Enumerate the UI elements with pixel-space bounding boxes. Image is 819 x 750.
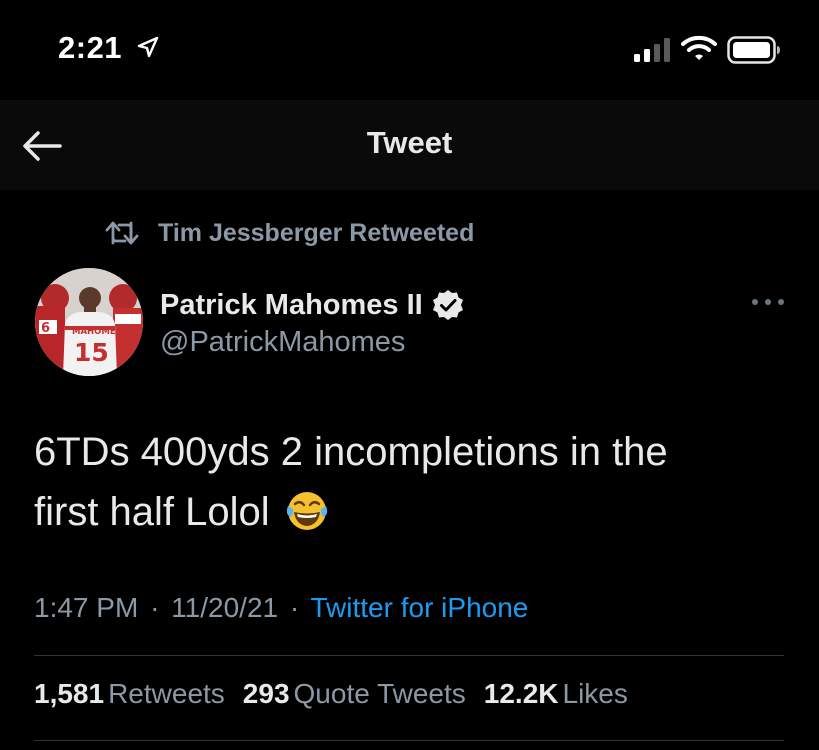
quote-tweets-count: 293 (242, 678, 290, 709)
meta-separator: · (150, 592, 160, 623)
tweet-text-line-2-text: first half Lolol (34, 490, 270, 534)
verified-badge-icon (432, 290, 463, 320)
retweet-context-text: Tim Jessberger Retweeted (158, 218, 475, 247)
quote-tweets-label: Quote Tweets (293, 678, 466, 709)
cellular-signal-icon (634, 38, 670, 62)
likes-label: Likes (562, 678, 628, 709)
likes-count: 12.2K (483, 678, 559, 709)
tweet-meta: 1:47 PM · 11/20/21 · Twitter for iPhone (34, 592, 528, 624)
tweet-text-line-1: 6TDs 400yds 2 incompletions in the (34, 430, 668, 474)
avatar-jersey-number: 15 (74, 338, 109, 367)
status-time: 2:21 (58, 30, 123, 65)
location-arrow-icon (137, 36, 159, 58)
meta-separator: · (289, 592, 300, 623)
retweets-label: Retweets (108, 678, 225, 709)
tweet-time: 1:47 PM (34, 592, 139, 623)
retweets-count: 1,581 (34, 678, 105, 709)
author-handle[interactable]: @PatrickMahomes (160, 326, 405, 359)
divider (34, 655, 784, 656)
author-avatar[interactable]: 6 MAHOMES 15 (35, 268, 143, 376)
more-options-icon[interactable] (748, 292, 788, 312)
top-navigation-bar: Tweet (0, 100, 819, 190)
author-name[interactable]: Patrick Mahomes II (160, 289, 423, 322)
status-bar: 2:21 (0, 0, 819, 100)
page-title: Tweet (366, 125, 453, 160)
tweet-source-link[interactable]: Twitter for iPhone (310, 592, 528, 623)
quote-tweets-stat[interactable]: 293 Quote Tweets (243, 678, 466, 710)
svg-text:6: 6 (41, 321, 50, 336)
author-name-row[interactable]: Patrick Mahomes II (160, 285, 465, 325)
wifi-icon (681, 35, 717, 60)
retweets-stat[interactable]: 1,581 Retweets (34, 678, 225, 710)
face-with-tears-of-joy-icon (286, 492, 327, 530)
divider (34, 740, 784, 741)
tweet-stats: 1,581 Retweets 293 Quote Tweets 12.2K Likes (34, 678, 646, 710)
avatar-image: 6 MAHOMES 15 (35, 268, 143, 376)
battery-icon (727, 36, 780, 64)
likes-stat[interactable]: 12.2K Likes (484, 678, 628, 710)
tweet-text-line-2: first half Lolol (34, 482, 794, 542)
retweet-context[interactable]: Tim Jessberger Retweeted (104, 216, 474, 250)
retweet-icon (105, 221, 139, 245)
tweet-text: 6TDs 400yds 2 incompletions in the first… (34, 422, 794, 542)
avatar-jersey-name: MAHOMES (72, 327, 122, 337)
tweet-date: 11/20/21 (171, 592, 279, 623)
